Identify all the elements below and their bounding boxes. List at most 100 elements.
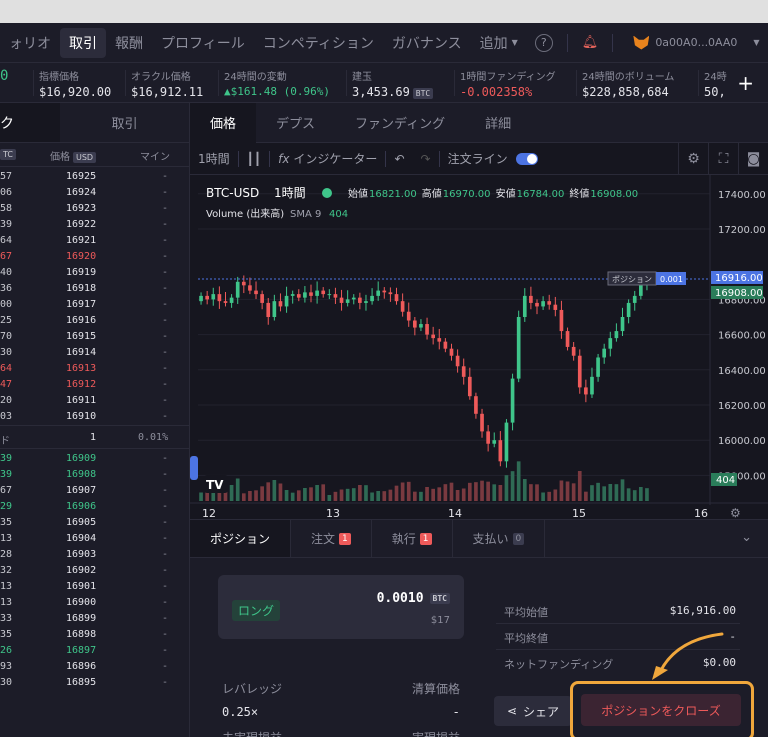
orderbook-row[interactable]: 47 16912 - <box>0 377 189 393</box>
orderbook-row[interactable]: 32 16902 - <box>0 563 189 579</box>
candle-body <box>486 431 490 444</box>
tab-depth[interactable]: デプス <box>256 103 335 143</box>
orderbook-mine: - <box>162 347 169 358</box>
tab-trades[interactable]: 取引 <box>60 103 189 142</box>
arrow-annotation-icon <box>652 632 724 680</box>
nav-portfolio[interactable]: ォリオ <box>0 33 60 53</box>
orderbook-row[interactable]: 25 16916 - <box>0 313 189 329</box>
orderbook-row[interactable]: 64 16921 - <box>0 233 189 249</box>
share-button[interactable]: ⋖ シェア <box>494 696 572 726</box>
indicators-button[interactable]: fx インジケーター <box>270 150 385 167</box>
tab-fills[interactable]: 執行 1 <box>372 520 453 557</box>
camera-icon[interactable]: ◙ <box>738 143 768 175</box>
orderbook-row[interactable]: 35 16905 - <box>0 515 189 531</box>
tab-positions[interactable]: ポジション <box>190 520 292 557</box>
order-lines-toggle[interactable]: 注文ライン <box>440 150 546 167</box>
ohlc-label: 高値 <box>422 187 442 200</box>
orderbook-amount: 13 <box>0 581 13 592</box>
orderbook-amount: 00 <box>0 299 13 310</box>
tab-orders[interactable]: 注文 1 <box>291 520 372 557</box>
orderbook-row[interactable]: 39 16908 - <box>0 467 189 483</box>
tab-payments[interactable]: 支払い 0 <box>453 520 546 557</box>
orderbook-row[interactable]: 39 16909 - <box>0 451 189 467</box>
orderbook-row[interactable]: 70 16915 - <box>0 329 189 345</box>
orderbook-row[interactable]: 28 16903 - <box>0 547 189 563</box>
orderbook-row[interactable]: 57 16925 - <box>0 169 189 185</box>
nav-more-menu[interactable]: 追加 ▼ <box>471 33 527 53</box>
orderbook-row[interactable]: 13 16904 - <box>0 531 189 547</box>
orderbook-row[interactable]: 03 16910 - <box>0 409 189 425</box>
orderbook-row[interactable]: 30 16895 - <box>0 675 189 691</box>
volume-bar <box>413 491 417 501</box>
orderbook-amount: 25 <box>0 315 13 326</box>
candle-body <box>394 294 399 302</box>
candle-body <box>296 294 301 298</box>
position-card[interactable]: ロング 0.0010 BTC $17 <box>218 575 464 639</box>
info-value: - <box>729 630 736 643</box>
orderbook-mine: - <box>162 299 169 310</box>
add-market-plus-icon[interactable]: + <box>729 71 754 95</box>
nav-governance[interactable]: ガバナンス <box>383 33 471 53</box>
axis-settings-icon[interactable]: ⚙ <box>730 506 741 519</box>
bell-icon[interactable]: 🔔︎ <box>582 35 599 50</box>
candle-body <box>358 297 362 303</box>
btc-badge: BTC <box>429 593 450 604</box>
stat-value: 3,453.69 <box>352 85 410 99</box>
orderbook-row[interactable]: 67 16920 - <box>0 249 189 265</box>
interval-select[interactable]: 1時間 <box>190 150 238 167</box>
orderbook-mine: - <box>162 379 169 390</box>
redo-icon[interactable]: ↷ <box>413 152 439 166</box>
candle-body <box>480 413 484 432</box>
nav-rewards[interactable]: 報酬 <box>106 33 152 53</box>
orderbook-mine: - <box>162 501 169 512</box>
orderbook-row[interactable]: 39 16922 - <box>0 217 189 233</box>
candle-body <box>413 320 417 328</box>
orderbook-row[interactable]: 33 16899 - <box>0 611 189 627</box>
orderbook-row[interactable]: 36 16918 - <box>0 281 189 297</box>
position-size-value: 0.0010 <box>376 591 424 606</box>
candle-body <box>510 378 515 423</box>
orderbook-row[interactable]: 29 16906 - <box>0 499 189 515</box>
orderbook-row[interactable]: 13 16901 - <box>0 579 189 595</box>
wallet-button[interactable]: 0a00A0...0AA0 ▼ <box>633 35 760 50</box>
orderbook-row[interactable]: 58 16923 - <box>0 201 189 217</box>
tab-price[interactable]: 価格 <box>190 102 257 143</box>
orderbook-amount: 30 <box>0 347 13 358</box>
volume-bar <box>284 490 289 501</box>
orderbook-row[interactable]: 13 16900 - <box>0 595 189 611</box>
orderbook-row[interactable]: 00 16917 - <box>0 297 189 313</box>
question-circle-icon[interactable]: ? <box>534 33 553 52</box>
stat-label: 1時間ファンディング <box>460 72 556 83</box>
nav-trade[interactable]: 取引 <box>60 27 106 58</box>
tab-details[interactable]: 詳細 <box>465 103 531 143</box>
orderbook-row[interactable]: 67 16907 - <box>0 483 189 499</box>
orderbook-row[interactable]: 06 16924 - <box>0 185 189 201</box>
orderbook-row[interactable]: 93 16896 - <box>0 659 189 675</box>
chart-scroll-handle[interactable] <box>190 456 198 480</box>
price-chart[interactable]: ポジション 0.00117400.0017200.0016800.0016600.… <box>190 175 768 519</box>
candle-body <box>584 387 588 395</box>
candle-body <box>559 309 564 332</box>
nav-competition[interactable]: コンペティション <box>254 33 383 53</box>
orderbook-mine: - <box>162 517 169 528</box>
orderbook-row[interactable]: 26 16897 - <box>0 643 189 659</box>
volume-bar <box>535 484 539 501</box>
tab-orderbook[interactable]: ク <box>0 103 60 142</box>
orderbook-mine: - <box>162 485 169 496</box>
orderbook-row[interactable]: 30 16914 - <box>0 345 189 361</box>
close-position-button[interactable]: ポジションをクローズ <box>581 694 741 726</box>
gear-icon[interactable]: ⚙ <box>678 143 708 175</box>
orderbook-row[interactable]: 20 16911 - <box>0 393 189 409</box>
toggle-switch[interactable] <box>515 152 538 165</box>
orderbook-row[interactable]: 40 16919 - <box>0 265 189 281</box>
volume-bar <box>632 490 637 501</box>
candle-type-icon[interactable]: ┃┃ <box>239 152 269 166</box>
nav-profile[interactable]: プロフィール <box>152 33 254 53</box>
undo-icon[interactable]: ↶ <box>386 152 412 166</box>
fullscreen-icon[interactable]: ⛶ <box>708 143 738 175</box>
orderbook-row[interactable]: 64 16913 - <box>0 361 189 377</box>
orderbook-mine: - <box>162 283 169 294</box>
orderbook-row[interactable]: 35 16898 - <box>0 627 189 643</box>
chevron-down-icon[interactable]: ⌄ <box>741 530 752 545</box>
tab-funding[interactable]: ファンディング <box>335 103 465 143</box>
